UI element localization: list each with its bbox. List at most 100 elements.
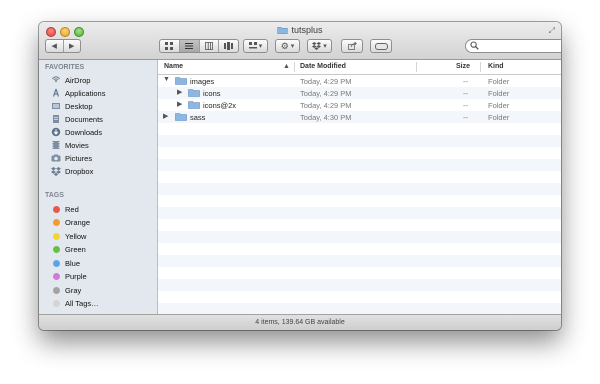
sidebar-item-movies[interactable]: Movies	[51, 139, 89, 151]
sidebar-item-tag-green[interactable]: Green	[51, 243, 86, 255]
sidebar-item-tag-blue[interactable]: Blue	[51, 257, 80, 269]
share-button[interactable]	[341, 39, 363, 53]
sidebar-item-airdrop[interactable]: AirDrop	[51, 74, 90, 86]
window-title-text: tutsplus	[291, 25, 323, 35]
sidebar-item-desktop[interactable]: Desktop	[51, 100, 93, 112]
columns-icon	[204, 42, 213, 50]
desktop-icon	[51, 101, 61, 111]
file-name: images	[190, 77, 215, 86]
pictures-icon	[51, 153, 61, 163]
sidebar-item-label: Pictures	[65, 153, 93, 163]
file-size: --	[463, 77, 468, 86]
movies-icon	[51, 140, 61, 150]
purple-tag-dot-icon	[52, 272, 60, 280]
file-size: --	[463, 89, 468, 98]
yellow-tag-dot-icon	[52, 232, 60, 240]
arrange-button[interactable]: ▾	[243, 39, 268, 53]
sidebar-item-label: Purple	[65, 271, 87, 281]
tag-button[interactable]	[370, 39, 392, 53]
empty-row	[158, 123, 561, 135]
empty-row	[158, 231, 561, 243]
sidebar-item-tag-red[interactable]: Red	[51, 203, 79, 215]
red-tag-dot-icon	[52, 205, 60, 213]
sidebar-item-downloads[interactable]: Downloads	[51, 126, 102, 138]
file-name: icons	[203, 89, 221, 98]
empty-row	[158, 279, 561, 291]
sidebar-item-label: Green	[65, 244, 86, 254]
sort-ascending-icon: ▲	[283, 63, 290, 70]
sidebar-item-dropbox[interactable]: Dropbox	[51, 165, 93, 177]
sidebar-item-label: Red	[65, 204, 79, 214]
back-button[interactable]: ◀	[46, 40, 64, 52]
dropbox-menu-button[interactable]: ▾	[307, 39, 332, 53]
window-title: tutsplus	[39, 25, 561, 35]
folder-icon	[188, 101, 200, 109]
coverflow-view-button[interactable]	[219, 40, 238, 52]
all-tags-dot-icon	[52, 299, 60, 307]
column-header-name[interactable]: Name	[164, 63, 183, 70]
folder-icon	[277, 27, 289, 34]
column-view-button[interactable]	[200, 40, 220, 52]
sidebar-item-tag-yellow[interactable]: Yellow	[51, 230, 86, 242]
file-row-sass[interactable]: ▶ sass Today, 4:30 PM -- Folder	[158, 111, 561, 123]
column-divider[interactable]	[294, 62, 295, 72]
airdrop-icon	[51, 75, 61, 85]
sidebar-item-tag-gray[interactable]: Gray	[51, 284, 81, 296]
disclosure-triangle-collapsed-icon[interactable]: ▶	[163, 112, 168, 120]
file-kind: Folder	[488, 101, 510, 110]
disclosure-triangle-collapsed-icon[interactable]: ▶	[177, 88, 182, 96]
sidebar-item-tag-orange[interactable]: Orange	[51, 216, 90, 228]
tag-icon	[374, 42, 388, 50]
sidebar-item-label: Desktop	[65, 101, 93, 111]
column-header-size[interactable]: Size	[456, 63, 470, 70]
disclosure-triangle-expanded-icon[interactable]: ▼	[163, 76, 170, 83]
empty-row	[158, 159, 561, 171]
arrange-icon	[248, 42, 257, 49]
column-divider[interactable]	[480, 62, 481, 72]
share-icon	[347, 42, 357, 50]
dropbox-icon	[51, 166, 61, 176]
sidebar-item-label: Applications	[65, 88, 106, 98]
sidebar-item-documents[interactable]: Documents	[51, 113, 103, 125]
disclosure-triangle-collapsed-icon[interactable]: ▶	[177, 100, 182, 108]
action-button[interactable]: ⚙ ▾	[275, 39, 300, 53]
file-row-images[interactable]: ▼ images Today, 4:29 PM -- Folder	[158, 75, 561, 87]
folder-icon	[175, 113, 187, 121]
empty-row	[158, 303, 561, 314]
fullscreen-icon[interactable]: ⤢	[549, 26, 555, 36]
sidebar-item-applications[interactable]: Applications	[51, 87, 105, 99]
search-field[interactable]	[465, 39, 561, 53]
gray-tag-dot-icon	[52, 286, 60, 294]
sidebar-item-label: Downloads	[65, 127, 103, 137]
sidebar-item-pictures[interactable]: Pictures	[51, 152, 92, 164]
file-row-icons[interactable]: ▶ icons Today, 4:29 PM -- Folder	[158, 87, 561, 99]
empty-row	[158, 147, 561, 159]
file-date: Today, 4:30 PM	[300, 113, 352, 122]
status-bar: 4 items, 139.64 GB available	[39, 314, 561, 330]
sidebar-item-label: Blue	[65, 258, 81, 268]
gear-icon: ⚙	[280, 40, 289, 51]
empty-row	[158, 243, 561, 255]
column-header-date[interactable]: Date Modified	[300, 63, 346, 70]
column-header-kind[interactable]: Kind	[488, 63, 504, 70]
sidebar-item-all-tags[interactable]: All Tags…	[51, 297, 99, 309]
list-view-button[interactable]	[179, 40, 200, 52]
title-bar: tutsplus ⤢ ◀ ▶ ▾ ⚙ ▾ ▾	[39, 22, 561, 60]
icon-view-button[interactable]	[160, 40, 180, 52]
file-row-icons-2x[interactable]: ▶ icons@2x Today, 4:29 PM -- Folder	[158, 99, 561, 111]
chevron-down-icon: ▾	[258, 43, 263, 50]
tags-header: TAGS	[45, 192, 64, 199]
empty-row	[158, 291, 561, 303]
green-tag-dot-icon	[52, 245, 60, 253]
column-divider[interactable]	[416, 62, 417, 72]
sidebar: FAVORITES AirDrop Applications Desktop D…	[39, 60, 158, 314]
file-date: Today, 4:29 PM	[300, 101, 352, 110]
sidebar-item-label: Yellow	[65, 231, 87, 241]
sidebar-item-tag-purple[interactable]: Purple	[51, 270, 87, 282]
folder-icon	[188, 89, 200, 97]
forward-button[interactable]: ▶	[64, 40, 81, 52]
downloads-icon	[51, 127, 61, 137]
orange-tag-dot-icon	[52, 218, 60, 226]
back-forward-control: ◀ ▶	[45, 39, 81, 53]
dropbox-icon	[312, 42, 322, 50]
